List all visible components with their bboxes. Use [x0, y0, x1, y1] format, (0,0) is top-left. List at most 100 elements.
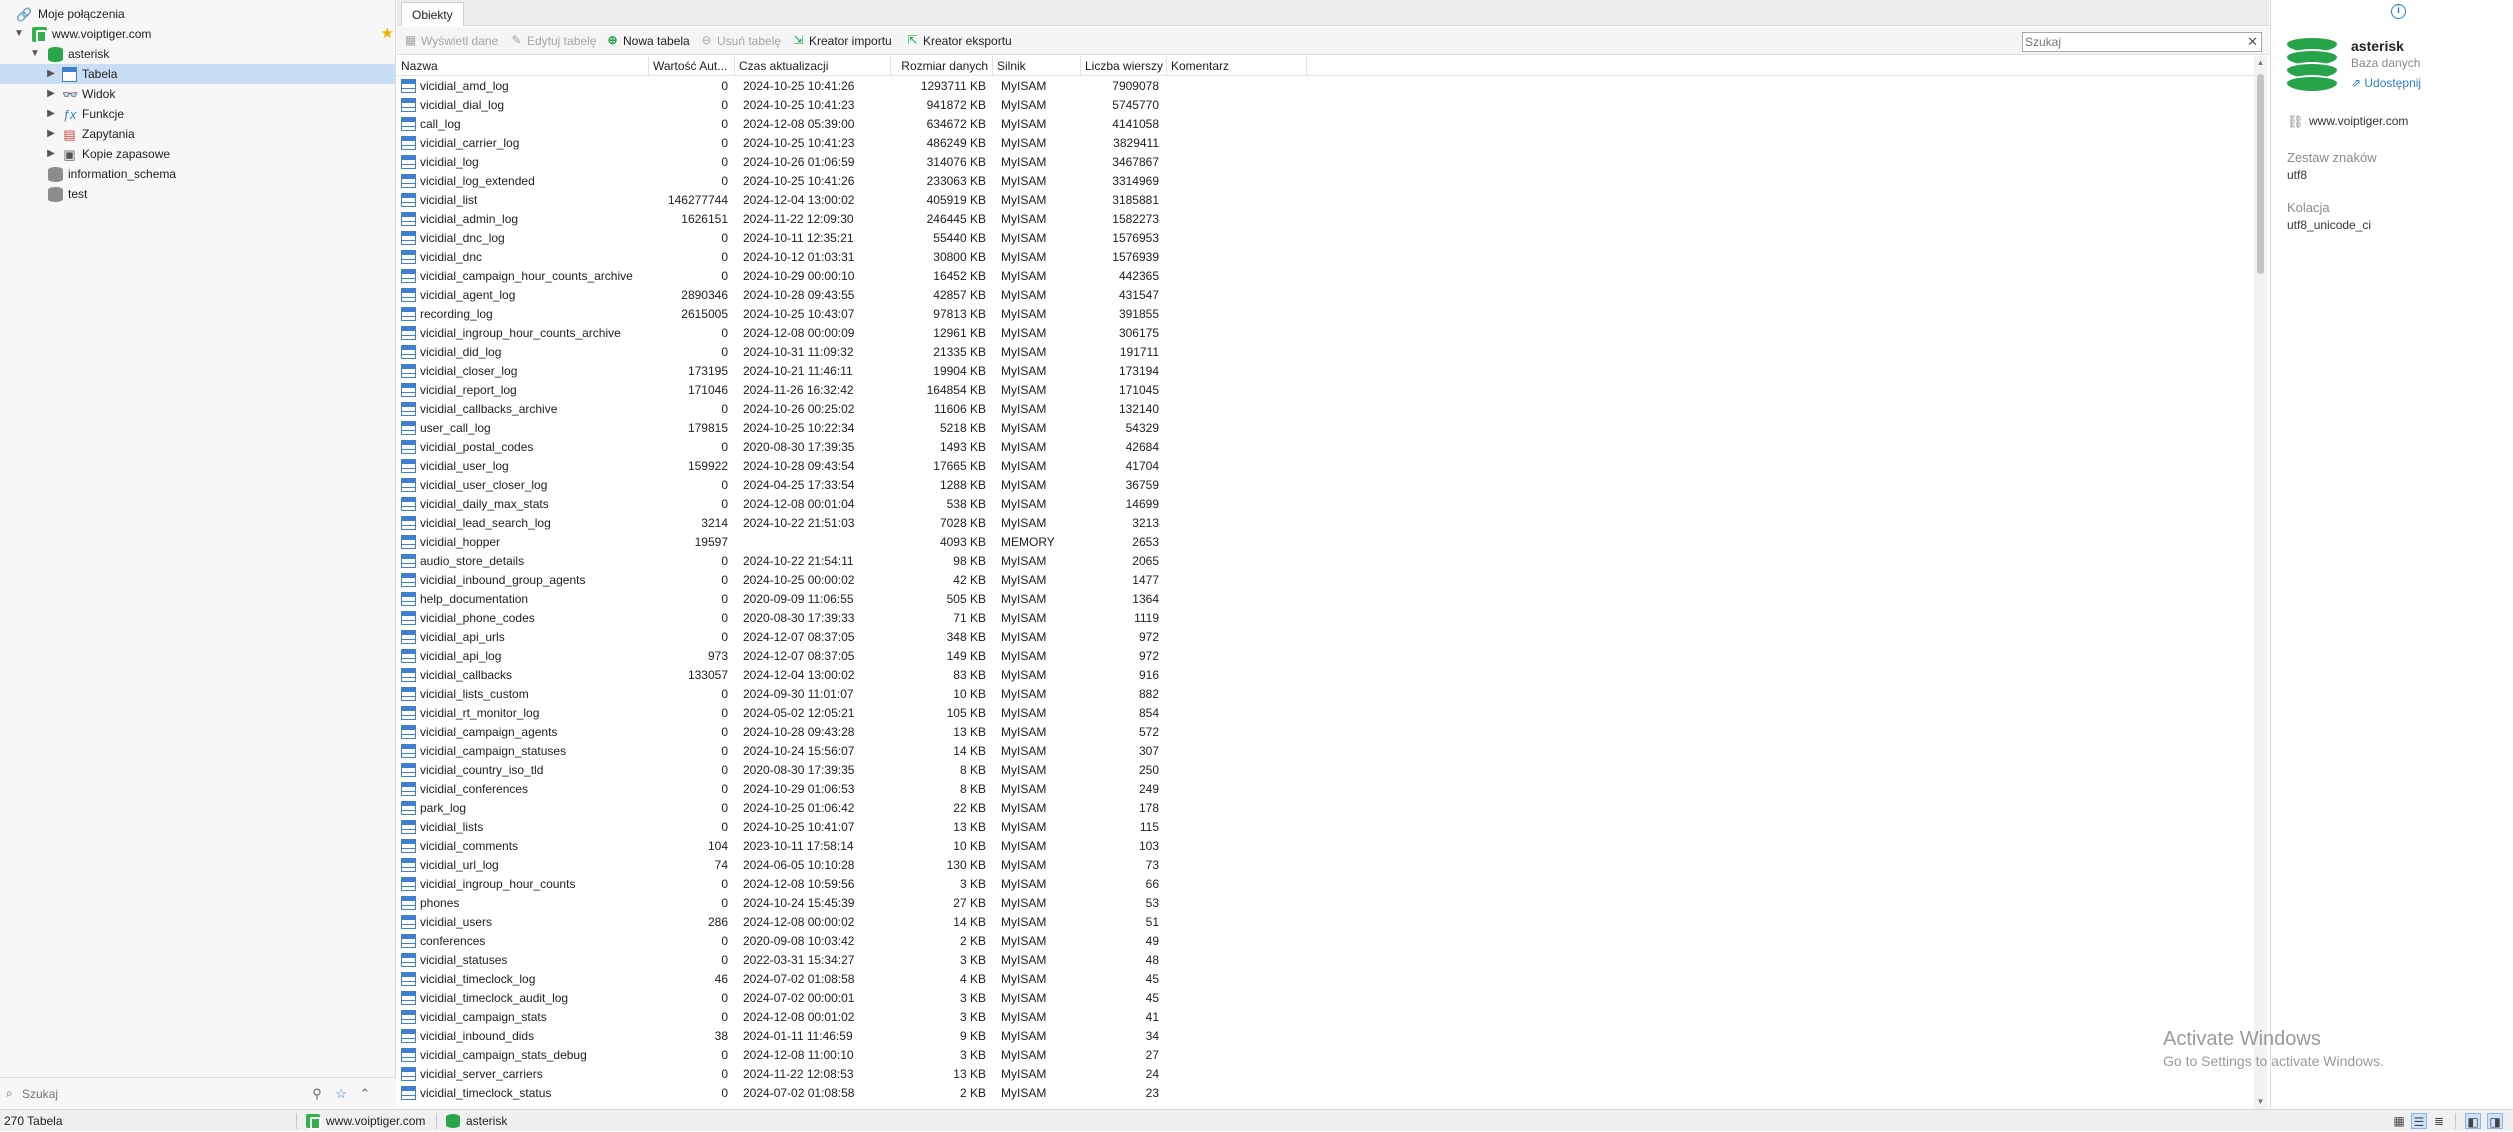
table-row[interactable]: vicidial_users 286 2024-12-08 00:00:02 14 K… — [397, 913, 2257, 932]
detail-view-icon[interactable]: ≣ — [2431, 1113, 2447, 1129]
table-row[interactable]: conferences 0 2020-09-08 10:03:42 2 KB MyISA… — [397, 932, 2257, 951]
delete-table-button[interactable]: ⊖ Usuń tabelę — [699, 31, 781, 51]
table-row[interactable]: vicidial_campaign_stats_debug 0 2024-12-08… — [397, 1046, 2257, 1065]
table-row[interactable]: vicidial_closer_log 173195 2024-10-21 11:4… — [397, 362, 2257, 381]
table-row[interactable]: vicidial_admin_log 1626151 2024-11-22 12:0… — [397, 210, 2257, 229]
table-row[interactable]: vicidial_url_log 74 2024-06-05 10:10:28 130… — [397, 856, 2257, 875]
tree-database-asterisk[interactable]: ▼ asterisk — [0, 44, 396, 64]
status-connection[interactable]: www.voiptiger.com — [306, 1110, 425, 1132]
table-row[interactable]: vicidial_inbound_group_agents 0 2024-10-25… — [397, 571, 2257, 590]
table-row[interactable]: vicidial_campaign_stats 0 2024-12-08 00:01… — [397, 1008, 2257, 1027]
tree-item-zapytania[interactable]: ▶ ▤ Zapytania — [0, 124, 396, 144]
table-row[interactable]: vicidial_rt_monitor_log 0 2024-05-02 12:05… — [397, 704, 2257, 723]
scroll-down-icon[interactable]: ▼ — [2254, 1095, 2267, 1109]
tree-database-information-schema[interactable]: information_schema — [0, 164, 396, 184]
filter-icon[interactable]: ⚲ — [308, 1084, 326, 1104]
table-row[interactable]: vicidial_lists_custom 0 2024-09-30 11:01:0… — [397, 685, 2257, 704]
table-row[interactable]: user_call_log 179815 2024-10-25 10:22:34 52… — [397, 419, 2257, 438]
table-row[interactable]: call_log 0 2024-12-08 05:39:00 634672 KB MyI… — [397, 115, 2257, 134]
table-row[interactable]: vicidial_timeclock_status 0 2024-07-02 01:… — [397, 1084, 2257, 1103]
column-header-comment[interactable]: Komentarz — [1167, 56, 1307, 76]
table-row[interactable]: vicidial_postal_codes 0 2020-08-30 17:39:3… — [397, 438, 2257, 457]
list-view-icon[interactable]: ☰ — [2411, 1113, 2427, 1129]
table-row[interactable]: vicidial_api_urls 0 2024-12-07 08:37:05 348… — [397, 628, 2257, 647]
table-row[interactable]: vicidial_timeclock_log 46 2024-07-02 01:08… — [397, 970, 2257, 989]
chevron-right-icon[interactable]: ▶ — [44, 124, 58, 144]
star-icon[interactable]: ★ — [381, 24, 394, 44]
table-row[interactable]: vicidial_report_log 171046 2024-11-26 16:3… — [397, 381, 2257, 400]
table-row[interactable]: vicidial_callbacks_archive 0 2024-10-26 00… — [397, 400, 2257, 419]
table-row[interactable]: vicidial_dnc 0 2024-10-12 01:03:31 30800 KB… — [397, 248, 2257, 267]
chevron-right-icon[interactable]: ▶ — [44, 84, 58, 104]
table-row[interactable]: vicidial_agent_log 2890346 2024-10-28 09:4… — [397, 286, 2257, 305]
table-row[interactable]: vicidial_api_log 973 2024-12-07 08:37:05 14… — [397, 647, 2257, 666]
status-database[interactable]: asterisk — [446, 1110, 507, 1132]
new-table-button[interactable]: ⊕ Nowa tabela — [605, 31, 689, 51]
sidebar-search-input[interactable] — [22, 1084, 302, 1104]
share-link[interactable]: ⇗ Udostępnij — [2351, 76, 2421, 90]
table-row[interactable]: vicidial_conferences 0 2024-10-29 01:06:53… — [397, 780, 2257, 799]
column-header-data-size[interactable]: Rozmiar danych — [891, 56, 993, 76]
table-row[interactable]: recording_log 2615005 2024-10-25 10:43:07 9… — [397, 305, 2257, 324]
table-row[interactable]: vicidial_server_carriers 0 2024-11-22 12:0… — [397, 1065, 2257, 1084]
table-row[interactable]: help_documentation 0 2020-09-09 11:06:55 50… — [397, 590, 2257, 609]
table-row[interactable]: vicidial_lists 0 2024-10-25 10:41:07 13 KB M… — [397, 818, 2257, 837]
table-row[interactable]: vicidial_did_log 0 2024-10-31 11:09:32 2133… — [397, 343, 2257, 362]
table-row[interactable]: vicidial_hopper 19597 4093 KB MEMORY 2653 — [397, 533, 2257, 552]
table-row[interactable]: vicidial_log_extended 0 2024-10-25 10:41:2… — [397, 172, 2257, 191]
toggle-info-panel-icon[interactable]: ◨ — [2487, 1113, 2503, 1129]
table-row[interactable]: vicidial_daily_max_stats 0 2024-12-08 00:0… — [397, 495, 2257, 514]
column-header-engine[interactable]: Silnik — [993, 56, 1081, 76]
export-wizard-button[interactable]: ⇱ Kreator eksportu — [905, 31, 1011, 51]
table-row[interactable]: vicidial_statuses 0 2022-03-31 15:34:27 3 K… — [397, 951, 2257, 970]
table-row[interactable]: vicidial_dnc_log 0 2024-10-11 12:35:21 5544… — [397, 229, 2257, 248]
tree-connection[interactable]: ▼ www.voiptiger.com ★ — [0, 24, 396, 44]
edit-table-button[interactable]: ✎ Edytuj tabelę — [509, 31, 596, 51]
vertical-scrollbar[interactable]: ▲ ▼ — [2254, 56, 2267, 1109]
chevron-right-icon[interactable]: ▶ — [44, 104, 58, 124]
table-row[interactable]: vicidial_ingroup_hour_counts 0 2024-12-08 … — [397, 875, 2257, 894]
scroll-up-icon[interactable]: ▲ — [2254, 56, 2267, 70]
table-row[interactable]: vicidial_country_iso_tld 0 2020-08-30 17:3… — [397, 761, 2257, 780]
column-header-name[interactable]: Nazwa — [397, 56, 649, 76]
grid-view-icon[interactable]: ▦ — [2391, 1113, 2407, 1129]
tab-objects[interactable]: Obiekty — [401, 2, 464, 26]
table-row[interactable]: vicidial_carrier_log 0 2024-10-25 10:41:23… — [397, 134, 2257, 153]
tree-item-widok[interactable]: ▶ 👓 Widok — [0, 84, 396, 104]
table-row[interactable]: vicidial_phone_codes 0 2020-08-30 17:39:33… — [397, 609, 2257, 628]
scrollbar-thumb[interactable] — [2257, 74, 2264, 274]
column-header-auto-increment[interactable]: Wartość Aut... — [649, 56, 735, 76]
table-row[interactable]: vicidial_user_closer_log 0 2024-04-25 17:3… — [397, 476, 2257, 495]
table-row[interactable]: vicidial_amd_log 0 2024-10-25 10:41:26 1293… — [397, 77, 2257, 96]
table-row[interactable]: audio_store_details 0 2024-10-22 21:54:11 9… — [397, 552, 2257, 571]
column-header-row-count[interactable]: Liczba wierszy — [1081, 56, 1167, 76]
table-row[interactable]: vicidial_campaign_hour_counts_archive 0 20… — [397, 267, 2257, 286]
table-row[interactable]: vicidial_user_log 159922 2024-10-28 09:43:… — [397, 457, 2257, 476]
table-row[interactable]: vicidial_dial_log 0 2024-10-25 10:41:23 941… — [397, 96, 2257, 115]
collapse-all-icon[interactable]: ⌃ — [356, 1084, 374, 1104]
table-row[interactable]: phones 0 2024-10-24 15:45:39 27 KB MyISAM 53 — [397, 894, 2257, 913]
tree-item-funkcje[interactable]: ▶ ƒx Funkcje — [0, 104, 396, 124]
table-row[interactable]: vicidial_list 146277744 2024-12-04 13:00:0… — [397, 191, 2257, 210]
chevron-down-icon[interactable]: ▼ — [12, 24, 26, 44]
table-row[interactable]: vicidial_comments 104 2023-10-11 17:58:14 1… — [397, 837, 2257, 856]
table-row[interactable]: vicidial_timeclock_audit_log 0 2024-07-02 … — [397, 989, 2257, 1008]
table-row[interactable]: vicidial_inbound_dids 38 2024-01-11 11:46:… — [397, 1027, 2257, 1046]
chevron-down-icon[interactable]: ▼ — [28, 44, 42, 64]
view-data-button[interactable]: ▦ Wyświetl dane — [403, 31, 498, 51]
objects-search-input[interactable] — [2025, 34, 2235, 50]
favorite-filter-icon[interactable]: ☆ — [332, 1084, 350, 1104]
table-row[interactable]: park_log 0 2024-10-25 01:06:42 22 KB MyISAM 1… — [397, 799, 2257, 818]
table-row[interactable]: vicidial_log 0 2024-10-26 01:06:59 314076 K… — [397, 153, 2257, 172]
table-row[interactable]: vicidial_campaign_statuses 0 2024-10-24 15… — [397, 742, 2257, 761]
clear-search-icon[interactable]: ✕ — [2247, 33, 2258, 51]
column-header-updated[interactable]: Czas aktualizacji — [735, 56, 891, 76]
table-row[interactable]: vicidial_callbacks 133057 2024-12-04 13:00… — [397, 666, 2257, 685]
table-row[interactable]: vicidial_lead_search_log 3214 2024-10-22 2… — [397, 514, 2257, 533]
table-row[interactable]: vicidial_ingroup_hour_counts_archive 0 202… — [397, 324, 2257, 343]
table-row[interactable]: vicidial_campaign_agents 0 2024-10-28 09:4… — [397, 723, 2257, 742]
tree-root-my-connections[interactable]: 🔗 Moje połączenia — [0, 4, 396, 24]
import-wizard-button[interactable]: ⇲ Kreator importu — [791, 31, 891, 51]
info-icon[interactable]: i — [2391, 4, 2406, 19]
toggle-sidebar-icon[interactable]: ◧ — [2465, 1113, 2481, 1129]
